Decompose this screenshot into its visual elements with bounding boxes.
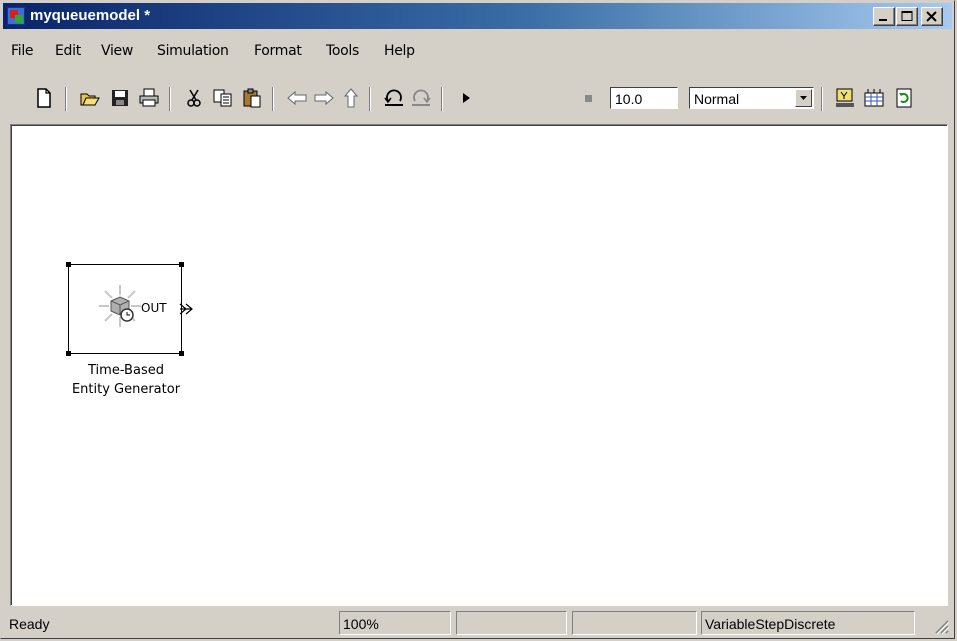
output-port-arrow-icon[interactable] — [178, 302, 196, 316]
chevron-down-icon — [800, 96, 807, 100]
selection-handle[interactable] — [179, 262, 184, 267]
selection-handle[interactable] — [66, 351, 71, 356]
maximize-button[interactable] — [896, 7, 918, 26]
copy-button[interactable] — [210, 85, 236, 111]
status-pane-empty — [456, 611, 567, 635]
toolbar: 10.0 Normal — [3, 77, 952, 121]
simulation-mode-select[interactable]: Normal — [689, 87, 814, 109]
out-port-label: OUT — [141, 301, 167, 315]
minimize-icon — [879, 19, 887, 21]
stop-simulation-icon — [585, 95, 592, 102]
start-simulation-button[interactable] — [453, 85, 479, 111]
build-icon — [836, 88, 854, 107]
block-name-line1: Time-Based — [88, 363, 164, 378]
status-bar: Ready 100% VariableStepDiscrete — [3, 609, 952, 637]
undo-icon — [384, 89, 403, 106]
cut-button[interactable] — [181, 85, 207, 111]
paste-icon — [243, 88, 261, 108]
status-pane-empty-2 — [572, 611, 697, 635]
toolbar-separator — [169, 87, 171, 111]
zoom-level: 100% — [339, 611, 451, 635]
minimize-button[interactable] — [873, 7, 895, 26]
entity-generator-icon — [99, 285, 141, 327]
toolbar-separator — [272, 87, 274, 111]
time-based-entity-generator-block[interactable]: OUT — [66, 262, 193, 356]
menu-tools[interactable]: Tools — [326, 43, 359, 59]
library-browser-button[interactable] — [861, 85, 887, 111]
new-button[interactable] — [31, 85, 57, 111]
menu-simulation[interactable]: Simulation — [157, 43, 229, 59]
stop-simulation-button[interactable] — [576, 85, 602, 111]
toolbar-separator — [821, 87, 823, 111]
open-button[interactable] — [77, 85, 103, 111]
refresh-icon — [896, 88, 912, 108]
toolbar-separator — [441, 87, 443, 111]
simulink-model-icon — [7, 7, 25, 25]
up-button[interactable] — [338, 85, 364, 111]
back-button[interactable] — [284, 85, 310, 111]
maximize-icon — [901, 11, 913, 21]
redo-button[interactable] — [408, 85, 434, 111]
library-browser-icon — [864, 89, 884, 107]
toolbar-separator — [65, 87, 67, 111]
copy-icon — [213, 89, 232, 107]
undo-button[interactable] — [381, 85, 407, 111]
toolbar-separator — [369, 87, 371, 111]
menu-help[interactable]: Help — [384, 43, 415, 59]
stop-time-field[interactable]: 10.0 — [610, 87, 678, 109]
status-text: Ready — [9, 616, 50, 632]
start-simulation-icon — [463, 93, 470, 103]
block-name-label[interactable]: Time-Based Entity Generator — [46, 361, 206, 399]
build-button[interactable] — [832, 85, 858, 111]
forward-icon — [314, 90, 334, 106]
solver-name: VariableStepDiscrete — [701, 611, 915, 635]
print-icon — [139, 88, 159, 107]
up-icon — [343, 88, 359, 108]
new-icon — [37, 88, 51, 108]
menu-format[interactable]: Format — [254, 43, 302, 59]
block-name-line2: Entity Generator — [71, 382, 181, 397]
paste-button[interactable] — [239, 85, 265, 111]
print-button[interactable] — [136, 85, 162, 111]
selection-handle[interactable] — [66, 262, 71, 267]
menu-view[interactable]: View — [101, 43, 133, 59]
simulation-mode-value: Normal — [694, 91, 740, 107]
resize-grip-icon[interactable] — [932, 617, 950, 635]
dropdown-arrow-button[interactable] — [795, 89, 812, 107]
menu-edit[interactable]: Edit — [55, 43, 81, 59]
title-bar[interactable]: myqueuemodel * — [3, 3, 952, 29]
menu-file[interactable]: File — [11, 43, 34, 59]
redo-icon — [412, 89, 431, 106]
open-icon — [80, 93, 100, 106]
refresh-button[interactable] — [891, 85, 917, 111]
cut-icon — [187, 89, 201, 107]
close-icon — [926, 11, 937, 22]
selection-handle[interactable] — [179, 351, 184, 356]
forward-button[interactable] — [311, 85, 337, 111]
model-window: myqueuemodel * File Edit View Simulation… — [0, 0, 955, 639]
model-canvas[interactable]: OUT Time-Based Entity Generator — [10, 124, 948, 606]
save-button[interactable] — [107, 85, 133, 111]
window-title: myqueuemodel * — [30, 7, 151, 24]
back-icon — [287, 90, 307, 106]
close-button[interactable] — [921, 7, 943, 26]
save-icon — [112, 90, 128, 106]
